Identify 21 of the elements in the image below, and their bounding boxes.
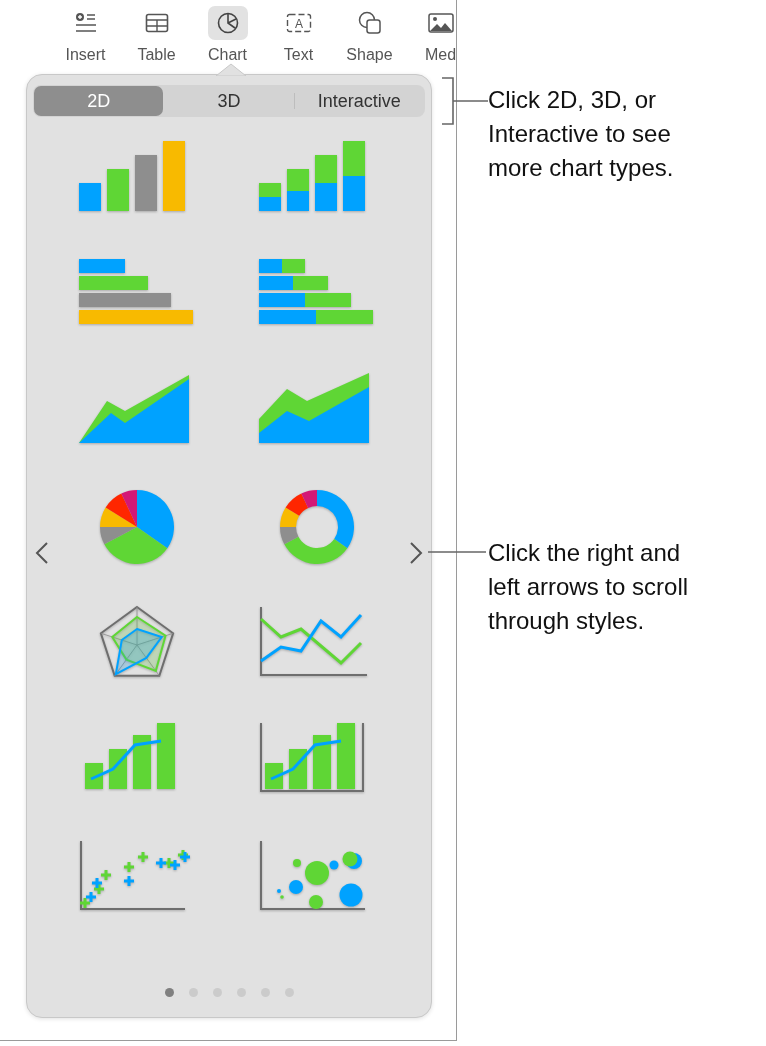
callout-text: Click the right and left arrows to scroll through styles. <box>488 538 690 636</box>
table-icon <box>144 13 169 33</box>
leader-line <box>428 550 486 554</box>
picture-icon <box>427 13 454 33</box>
toolbar-button[interactable]: Insert <box>50 0 121 74</box>
segment-tab[interactable]: Interactive <box>294 86 424 116</box>
leader-line <box>442 77 488 125</box>
segment-tab[interactable]: 3D <box>164 86 294 116</box>
toolbar-button[interactable]: Table <box>121 0 192 74</box>
chevron-left-icon <box>35 541 49 565</box>
text-box-icon: A <box>285 13 312 33</box>
shapes-icon <box>357 11 382 35</box>
toolbar-button[interactable]: Chart <box>192 0 263 74</box>
pie-chart-icon <box>216 12 239 34</box>
callout-text: Click 2D, 3D, or Interactive to see more chart types. <box>488 85 675 183</box>
toolbar-button[interactable]: Med <box>405 0 456 74</box>
toolbar-button[interactable]: A Text <box>263 0 334 74</box>
toolbar-button[interactable]: Shape <box>334 0 405 74</box>
insert-icon <box>73 12 98 34</box>
page-dot[interactable] <box>164 988 174 997</box>
chevron-right-icon <box>409 541 423 565</box>
